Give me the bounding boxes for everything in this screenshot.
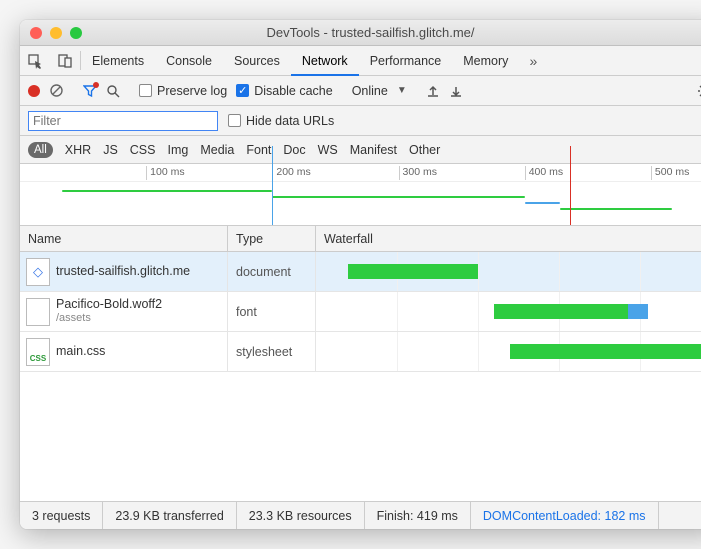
more-tabs-icon[interactable]: » (519, 46, 547, 75)
waterfall-bar (494, 304, 628, 319)
column-name[interactable]: Name (20, 226, 228, 251)
devtools-window: DevTools - trusted-sailfish.glitch.me/ E… (20, 20, 701, 529)
overview-tick: 500 ms (651, 166, 689, 180)
waterfall-bar (628, 304, 648, 319)
file-doc-icon: ◇ (26, 258, 50, 286)
type-filter-all[interactable]: All (28, 142, 53, 158)
request-path: /assets (56, 312, 162, 325)
request-type: document (228, 252, 316, 291)
type-filter-js[interactable]: JS (103, 143, 118, 157)
filter-icon[interactable] (83, 84, 97, 98)
overview-bar (272, 196, 524, 198)
overview-tick: 100 ms (146, 166, 184, 180)
request-name: Pacifico-Bold.woff2 (56, 297, 162, 312)
column-type[interactable]: Type (228, 226, 316, 251)
tab-network[interactable]: Network (291, 46, 359, 75)
throttling-dropdown-icon[interactable]: ▼ (397, 85, 407, 96)
overview-bar (525, 202, 560, 204)
type-filter-font[interactable]: Font (246, 143, 271, 157)
overview-tick: 200 ms (272, 166, 310, 180)
disable-cache-checkbox[interactable]: ✓Disable cache (236, 84, 333, 98)
waterfall-bar (510, 344, 701, 359)
overview-bar (560, 208, 672, 210)
overview-tick: 400 ms (525, 166, 563, 180)
hide-data-urls-checkbox[interactable]: Hide data URLs (228, 114, 334, 128)
titlebar[interactable]: DevTools - trusted-sailfish.glitch.me/ (20, 20, 701, 46)
tab-sources[interactable]: Sources (223, 46, 291, 75)
tab-bar: ElementsConsoleSourcesNetworkPerformance… (20, 46, 701, 76)
request-name: main.css (56, 344, 105, 359)
waterfall-cell (316, 252, 701, 291)
zoom-icon[interactable] (70, 27, 82, 39)
type-filter-ws[interactable]: WS (318, 143, 338, 157)
overview-bar (62, 190, 272, 192)
tab-performance[interactable]: Performance (359, 46, 453, 75)
overview-marker (272, 146, 273, 225)
file-css-icon: CSS (26, 338, 50, 366)
throttling-label: Online (352, 84, 388, 98)
tab-console[interactable]: Console (155, 46, 223, 75)
status-transferred: 23.9 KB transferred (103, 502, 236, 529)
type-filter-manifest[interactable]: Manifest (350, 143, 397, 157)
minimize-icon[interactable] (50, 27, 62, 39)
search-icon[interactable] (106, 84, 120, 98)
tab-elements[interactable]: Elements (81, 46, 155, 75)
table-row[interactable]: CSS main.css stylesheet (20, 332, 701, 372)
waterfall-cell (316, 332, 701, 371)
file-blank-icon (26, 298, 50, 326)
column-waterfall[interactable]: Waterfall▲ (316, 226, 701, 251)
clear-icon[interactable] (49, 83, 64, 98)
status-resources: 23.3 KB resources (237, 502, 365, 529)
status-domcontentloaded: DOMContentLoaded: 182 ms (471, 502, 659, 529)
table-row[interactable]: ◇ trusted-sailfish.glitch.me document (20, 252, 701, 292)
filter-bar: Hide data URLs (20, 106, 701, 136)
inspect-element-icon[interactable] (20, 46, 50, 75)
download-har-icon[interactable] (449, 84, 463, 98)
type-filter-other[interactable]: Other (409, 143, 440, 157)
filter-input[interactable] (28, 111, 218, 131)
request-type: font (228, 292, 316, 331)
settings-menu-icon[interactable] (691, 46, 701, 75)
overview-tick: 300 ms (399, 166, 437, 180)
preserve-log-checkbox[interactable]: Preserve log (139, 84, 227, 98)
overview-marker (570, 146, 571, 225)
timeline-overview[interactable]: 100 ms 200 ms 300 ms 400 ms 500 ms (20, 164, 701, 226)
type-filter-media[interactable]: Media (200, 143, 234, 157)
status-finish: Finish: 419 ms (365, 502, 471, 529)
type-filter-css[interactable]: CSS (130, 143, 156, 157)
type-filter-img[interactable]: Img (167, 143, 188, 157)
request-name: trusted-sailfish.glitch.me (56, 264, 190, 279)
window-title: DevTools - trusted-sailfish.glitch.me/ (20, 25, 701, 40)
request-grid: ◇trusted-sailfish.glitch.medocumentPacif… (20, 252, 701, 501)
tab-memory[interactable]: Memory (452, 46, 519, 75)
status-requests: 3 requests (20, 502, 103, 529)
grid-header: Name Type Waterfall▲ (20, 226, 701, 252)
record-icon[interactable] (28, 85, 40, 97)
upload-har-icon[interactable] (426, 84, 440, 98)
close-icon[interactable] (30, 27, 42, 39)
type-filter-xhr[interactable]: XHR (65, 143, 91, 157)
settings-gear-icon[interactable] (697, 83, 701, 99)
network-toolbar: Preserve log ✓Disable cache Online ▼ (20, 76, 701, 106)
waterfall-bar (348, 264, 478, 279)
waterfall-cell (316, 292, 701, 331)
type-filter-bar: All XHR JS CSS Img Media Font Doc WS Manifest Othe… (20, 136, 701, 164)
device-toolbar-icon[interactable] (50, 46, 80, 75)
request-type: stylesheet (228, 332, 316, 371)
status-bar: 3 requests 23.9 KB transferred 23.3 KB r… (20, 501, 701, 529)
table-row[interactable]: Pacifico-Bold.woff2/assets font (20, 292, 701, 332)
type-filter-doc[interactable]: Doc (283, 143, 305, 157)
